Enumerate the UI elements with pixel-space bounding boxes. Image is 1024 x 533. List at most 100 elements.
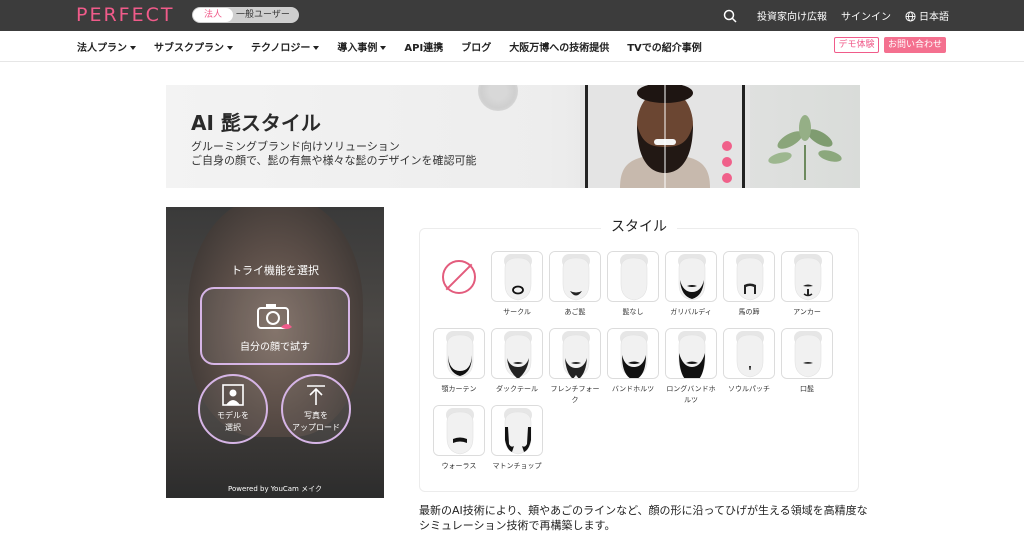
style-option[interactable]: ソウルパッチ	[723, 328, 775, 395]
style-option[interactable]: あご髭	[549, 251, 601, 318]
style-label: フレンチフォーク	[550, 385, 600, 404]
face-beard-icon	[492, 329, 542, 378]
nav-item[interactable]: 大阪万博への技術提供	[509, 39, 609, 54]
style-option[interactable]: 口髭	[781, 328, 833, 395]
style-label: ダックテール	[496, 385, 538, 393]
banner-dot[interactable]	[722, 173, 732, 183]
face-beard-icon	[782, 329, 832, 378]
style-label: ソウルパッチ	[728, 385, 770, 393]
top-bar: PERFECT 法人 一般ユーザー 投資家向け広報 サインイン 日本語	[0, 0, 1024, 31]
style-thumbnail[interactable]	[781, 328, 833, 379]
style-option[interactable]: ウォーラス	[433, 405, 485, 472]
style-thumbnail[interactable]	[491, 251, 543, 302]
style-thumbnail[interactable]	[665, 251, 717, 302]
style-thumbnail[interactable]	[491, 405, 543, 456]
style-option[interactable]: 顎カーテン	[433, 328, 485, 395]
banner-pagination	[722, 141, 734, 188]
style-option[interactable]: 馬の蹄	[723, 251, 775, 318]
style-thumbnail[interactable]	[491, 328, 543, 379]
style-label: バンドホルツ	[611, 385, 655, 393]
try-panel: トライ機能を選択 自分の顔で試す モデルを 選択 写真を アップロード Powere…	[166, 207, 384, 498]
no-beard-icon	[442, 260, 476, 294]
face-beard-icon	[550, 252, 600, 301]
face-beard-icon	[492, 406, 542, 455]
decor-plant	[768, 115, 842, 180]
select-model-label-2: 選択	[225, 423, 241, 432]
search-icon[interactable]	[723, 9, 737, 23]
banner-title: AI 髭スタイル	[191, 111, 321, 135]
nav-item[interactable]: API連携	[404, 39, 443, 54]
feature-description: 最新のAI技術により、頬やあごのラインなど、顔の形に沿ってひげが生える領域を高精…	[419, 504, 868, 532]
nav-items: 法人プラン サブスクプラン テクノロジー 導入事例 API連携 ブログ 大阪万博への技術提供…	[77, 31, 702, 62]
select-model-button[interactable]: モデルを 選択	[198, 374, 268, 444]
nav-item[interactable]: テクノロジー	[251, 39, 320, 54]
toggle-general-user[interactable]: 一般ユーザー	[236, 7, 296, 23]
style-thumbnail[interactable]	[723, 328, 775, 379]
style-option[interactable]: フレンチフォーク	[549, 328, 601, 406]
contact-button[interactable]: お問い合わせ	[884, 37, 946, 53]
style-thumbnail[interactable]	[723, 251, 775, 302]
style-title-text: スタイル	[601, 219, 677, 235]
audience-toggle[interactable]: 法人 一般ユーザー	[192, 7, 299, 23]
nav-item-label: 法人プラン	[77, 43, 127, 54]
style-thumbnail[interactable]	[607, 328, 659, 379]
demo-button[interactable]: デモ体験	[834, 37, 879, 53]
face-beard-icon	[666, 329, 716, 378]
nav-item-label: テクノロジー	[251, 43, 311, 54]
face-beard-icon	[608, 252, 658, 301]
style-option[interactable]: バンドホルツ	[607, 328, 659, 395]
nav-item-label: TVでの紹介事例	[627, 43, 702, 54]
style-label: アンカー	[793, 308, 821, 316]
style-label: ロングバンドホルツ	[666, 385, 716, 404]
nav-item-label: サブスクプラン	[154, 43, 224, 54]
nav-item[interactable]: サブスクプラン	[154, 39, 233, 54]
face-beard-icon	[724, 329, 774, 378]
style-option[interactable]: ダックテール	[491, 328, 543, 395]
logo[interactable]: PERFECT	[76, 4, 174, 26]
style-option[interactable]: サークル	[491, 251, 543, 318]
style-option[interactable]: アンカー	[781, 251, 833, 318]
nav-item[interactable]: ブログ	[461, 39, 491, 54]
style-label: マトンチョップ	[492, 462, 542, 470]
style-thumbnail[interactable]	[549, 251, 601, 302]
style-label: 馬の蹄	[738, 308, 760, 316]
style-option[interactable]: ロングバンドホルツ	[665, 328, 717, 406]
nav-item[interactable]: 導入事例	[337, 39, 387, 54]
language-selector[interactable]: 日本語	[905, 8, 949, 23]
style-label: 口髭	[800, 385, 814, 393]
face-beard-icon	[608, 329, 658, 378]
upload-photo-label-2: アップロード	[292, 423, 340, 432]
style-thumbnail[interactable]	[781, 251, 833, 302]
investor-relations-link[interactable]: 投資家向け広報	[757, 8, 827, 23]
style-none-option[interactable]	[433, 251, 485, 302]
style-thumbnail[interactable]	[665, 328, 717, 379]
toggle-business[interactable]: 法人	[193, 8, 233, 22]
camera-try-label: 自分の顔で試す	[240, 342, 310, 353]
style-thumbnail[interactable]	[607, 251, 659, 302]
camera-icon	[257, 304, 292, 329]
style-label: 顎カーテン	[441, 385, 477, 393]
signin-link[interactable]: サインイン	[841, 8, 891, 23]
camera-try-button[interactable]: 自分の顔で試す	[200, 287, 350, 365]
style-thumbnail[interactable]	[549, 328, 601, 379]
nav-item[interactable]: 法人プラン	[77, 39, 136, 54]
style-thumbnail[interactable]	[433, 251, 485, 302]
banner-dot[interactable]	[722, 141, 732, 151]
style-thumbnail[interactable]	[433, 405, 485, 456]
model-portrait-icon	[222, 384, 244, 406]
face-beard-icon	[550, 329, 600, 378]
style-option[interactable]: 髭なし	[607, 251, 659, 318]
select-model-label-1: モデルを	[217, 411, 249, 420]
banner-dot[interactable]	[722, 157, 732, 167]
decor-lamp	[478, 85, 518, 111]
upload-arrow-icon	[307, 385, 325, 405]
nav-item[interactable]: TVでの紹介事例	[627, 39, 702, 54]
upload-photo-button[interactable]: 写真を アップロード	[281, 374, 351, 444]
style-option[interactable]: ガリバルディ	[665, 251, 717, 318]
top-right-links: 投資家向け広報 サインイン 日本語	[723, 0, 949, 31]
style-option[interactable]: マトンチョップ	[491, 405, 543, 472]
style-panel-title: スタイル	[419, 216, 859, 236]
style-label: サークル	[503, 308, 531, 316]
globe-icon	[905, 11, 916, 22]
style-thumbnail[interactable]	[433, 328, 485, 379]
